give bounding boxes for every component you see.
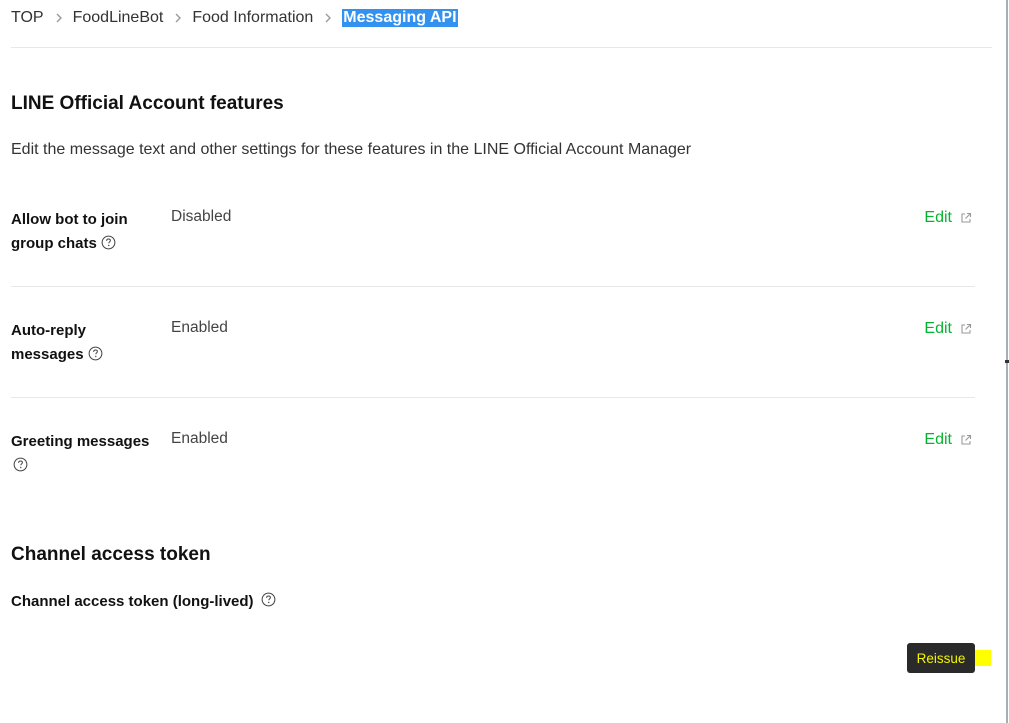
external-link-icon [960, 212, 972, 224]
feature-label-line1: Greeting messages [11, 433, 150, 450]
chevron-right-icon [324, 12, 332, 24]
feature-value: Enabled [171, 319, 228, 336]
highlight-marker [975, 650, 991, 666]
feature-label-line1: Auto-reply [11, 322, 86, 339]
feature-label: Allow bot to join group chats [11, 208, 161, 258]
breadcrumb-channel[interactable]: Food Information [192, 9, 313, 27]
breadcrumb: TOP FoodLineBot Food Information Messagi… [11, 6, 458, 30]
token-label-text: Channel access token (long-lived) [11, 593, 254, 610]
feature-row-group-chats: Allow bot to join group chats Disabled E… [11, 208, 975, 268]
features-section-title: LINE Official Account features [11, 93, 284, 114]
edit-greeting-link[interactable]: Edit [924, 431, 972, 449]
chevron-right-icon [55, 12, 63, 24]
reissue-button[interactable]: Reissue [907, 643, 975, 673]
scrollbar-marker [1005, 360, 1009, 363]
row-divider [11, 397, 975, 398]
features-description: Edit the message text and other settings… [11, 141, 692, 158]
feature-value: Disabled [171, 208, 232, 225]
help-icon[interactable] [13, 456, 28, 480]
breadcrumb-top[interactable]: TOP [11, 9, 44, 27]
chevron-right-icon [174, 12, 182, 24]
help-icon[interactable] [101, 234, 116, 258]
help-icon[interactable] [88, 345, 103, 369]
breadcrumb-current: Messaging API [342, 9, 458, 27]
edit-label: Edit [924, 209, 952, 226]
feature-label: Greeting messages [11, 430, 161, 480]
header-divider [11, 47, 992, 48]
token-label: Channel access token (long-lived) [11, 592, 276, 611]
feature-label-line2: messages [11, 346, 84, 363]
edit-group-chats-link[interactable]: Edit [924, 209, 972, 227]
row-divider [11, 286, 975, 287]
external-link-icon [960, 434, 972, 446]
token-section-title: Channel access token [11, 544, 211, 565]
edit-auto-reply-link[interactable]: Edit [924, 320, 972, 338]
external-link-icon [960, 323, 972, 335]
feature-row-greeting: Greeting messages Enabled Edit [11, 430, 975, 490]
edit-label: Edit [924, 431, 952, 448]
feature-label-line2: group chats [11, 235, 97, 252]
edit-label: Edit [924, 320, 952, 337]
feature-label-line1: Allow bot to join [11, 211, 128, 228]
feature-value: Enabled [171, 430, 228, 447]
feature-label: Auto-reply messages [11, 319, 161, 369]
feature-row-auto-reply: Auto-reply messages Enabled Edit [11, 319, 975, 379]
breadcrumb-provider[interactable]: FoodLineBot [73, 9, 164, 27]
help-icon[interactable] [261, 592, 276, 611]
